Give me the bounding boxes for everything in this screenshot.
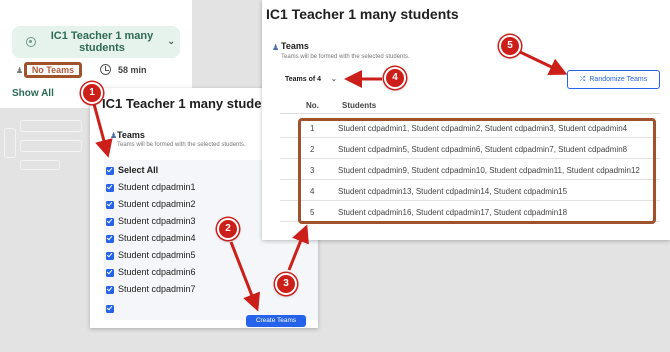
randomize-label: Randomize Teams — [589, 76, 648, 83]
student-checkbox[interactable] — [106, 305, 114, 313]
teams-table-highlight — [298, 118, 656, 224]
callout-3: 3 — [275, 273, 297, 295]
teams-section-subtitle: Teams will be formed with the selected s… — [281, 54, 410, 60]
clock-icon — [100, 64, 111, 75]
panel-title: IC1 Teacher 1 many students — [266, 6, 459, 22]
column-header-no: No. — [306, 101, 319, 110]
select-all-label: Select All — [118, 165, 159, 175]
session-duration: 58 min — [118, 65, 147, 75]
student-checkbox[interactable] — [106, 218, 114, 226]
faded-background-element — [20, 140, 82, 152]
randomize-teams-button[interactable]: ⤮ Randomize Teams — [567, 70, 660, 89]
team-size-select[interactable]: Teams of 4 ⌄ — [279, 72, 349, 88]
table-header: No. Students — [280, 96, 660, 114]
chevron-down-icon: ⌄ — [331, 76, 337, 83]
student-label: Student cdpadmin5 — [118, 250, 196, 260]
student-label: Student cdpadmin4 — [118, 233, 196, 243]
student-label: Student cdpadmin3 — [118, 216, 196, 226]
callout-5: 5 — [499, 35, 521, 57]
team-size-value: Teams of 4 — [285, 76, 322, 83]
student-row[interactable]: Student cdpadmin5 — [104, 249, 304, 265]
session-status-icon — [26, 37, 36, 47]
student-label: Student cdpadmin2 — [118, 199, 196, 209]
select-all-checkbox[interactable] — [106, 167, 114, 175]
faded-background-element — [4, 128, 16, 158]
student-checkbox[interactable] — [106, 184, 114, 192]
create-teams-button[interactable]: Create Teams — [246, 315, 306, 327]
session-title: IC1 Teacher 1 many students — [50, 30, 154, 54]
dialog-title: IC1 Teacher 1 many students — [102, 96, 281, 111]
student-label: Student cdpadmin6 — [118, 267, 196, 277]
callout-1: 1 — [81, 82, 103, 104]
chevron-down-icon[interactable]: ⌄ — [167, 36, 175, 47]
callout-4: 4 — [384, 67, 406, 89]
faded-background-element — [20, 120, 82, 132]
student-label: Student cdpadmin1 — [118, 182, 196, 192]
user-icon: ♟ — [16, 66, 24, 75]
shuffle-icon: ⤮ — [579, 76, 586, 83]
session-selector[interactable]: IC1 Teacher 1 many students ⌄ — [12, 26, 180, 58]
no-teams-badge[interactable]: No Teams — [24, 62, 82, 78]
column-header-students: Students — [342, 101, 377, 110]
student-checkbox[interactable] — [106, 201, 114, 209]
student-checkbox[interactable] — [106, 235, 114, 243]
callout-2: 2 — [217, 218, 239, 240]
teams-section-subtitle: Teams will be formed with the selected s… — [117, 142, 246, 148]
student-row[interactable]: Student cdpadmin7 — [104, 283, 304, 299]
show-all-link[interactable]: Show All — [12, 88, 54, 99]
faded-background-element — [20, 160, 60, 170]
student-checkbox[interactable] — [106, 252, 114, 260]
student-label: Student cdpadmin7 — [118, 284, 196, 294]
team-icon: ♟ — [272, 43, 280, 52]
student-row[interactable]: Student cdpadmin6 — [104, 266, 304, 282]
student-checkbox[interactable] — [106, 286, 114, 294]
teams-section-label: Teams — [281, 41, 309, 51]
student-checkbox[interactable] — [106, 269, 114, 277]
teams-section-label: Teams — [117, 130, 145, 140]
